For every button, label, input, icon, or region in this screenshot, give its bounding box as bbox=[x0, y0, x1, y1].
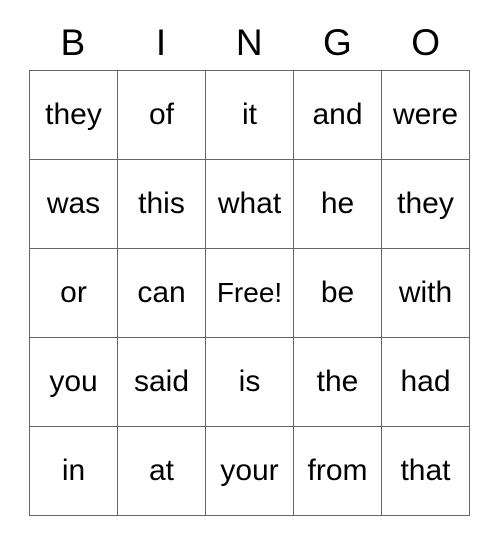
bingo-cell-label: of bbox=[148, 98, 175, 131]
bingo-cell-r4c4[interactable]: the bbox=[294, 338, 382, 427]
bingo-cell-label: had bbox=[400, 365, 451, 398]
bingo-cell-label: you bbox=[49, 365, 98, 398]
bingo-cell-r2c3[interactable]: what bbox=[206, 160, 294, 249]
bingo-cell-r2c1[interactable]: was bbox=[30, 160, 118, 249]
bingo-cell-r3c2[interactable]: can bbox=[118, 249, 206, 338]
bingo-cell-label: this bbox=[138, 187, 185, 220]
bingo-header-row: B I N G O bbox=[29, 14, 470, 70]
bingo-cell-label: the bbox=[316, 365, 359, 398]
bingo-header-letter-i: I bbox=[155, 21, 167, 63]
bingo-cell-r5c5[interactable]: that bbox=[382, 427, 470, 516]
bingo-cell-label: in bbox=[61, 454, 86, 487]
bingo-cell-r1c5[interactable]: were bbox=[382, 71, 470, 160]
bingo-cell-r2c5[interactable]: they bbox=[382, 160, 470, 249]
bingo-cell-label: be bbox=[320, 276, 355, 309]
bingo-cell-r1c3[interactable]: it bbox=[206, 71, 294, 160]
bingo-cell-r4c3[interactable]: is bbox=[206, 338, 294, 427]
bingo-cell-label: was bbox=[46, 187, 101, 220]
bingo-grid: they of it and were was this what he the… bbox=[29, 70, 470, 516]
bingo-card: B I N G O they of it and were was this w… bbox=[29, 14, 470, 516]
bingo-header-letter-n: N bbox=[235, 21, 264, 63]
bingo-cell-label: were bbox=[392, 98, 459, 131]
bingo-cell-label: with bbox=[398, 276, 453, 309]
bingo-cell-label: is bbox=[238, 365, 261, 398]
bingo-cell-label: they bbox=[397, 187, 454, 220]
bingo-cell-free-space[interactable]: Free! bbox=[206, 249, 294, 338]
bingo-free-space-label: Free! bbox=[216, 277, 283, 308]
bingo-cell-label: it bbox=[242, 98, 257, 131]
bingo-cell-label: what bbox=[217, 187, 282, 220]
bingo-header-letter-o: O bbox=[411, 21, 441, 63]
bingo-cell-label: at bbox=[148, 454, 175, 487]
bingo-cell-r4c2[interactable]: said bbox=[118, 338, 206, 427]
bingo-header-letter-b: B bbox=[60, 21, 86, 63]
bingo-cell-label: he bbox=[320, 187, 355, 220]
bingo-cell-label: your bbox=[220, 454, 279, 487]
bingo-cell-label: that bbox=[400, 454, 451, 487]
bingo-cell-label: they bbox=[45, 98, 102, 131]
bingo-cell-r1c1[interactable]: they bbox=[30, 71, 118, 160]
bingo-cell-r5c2[interactable]: at bbox=[118, 427, 206, 516]
bingo-cell-label: said bbox=[133, 365, 190, 398]
bingo-cell-r4c1[interactable]: you bbox=[30, 338, 118, 427]
bingo-cell-r3c4[interactable]: be bbox=[294, 249, 382, 338]
bingo-cell-label: can bbox=[137, 276, 186, 309]
bingo-cell-r3c1[interactable]: or bbox=[30, 249, 118, 338]
bingo-cell-r2c2[interactable]: this bbox=[118, 160, 206, 249]
bingo-cell-r3c5[interactable]: with bbox=[382, 249, 470, 338]
bingo-cell-r5c4[interactable]: from bbox=[294, 427, 382, 516]
bingo-cell-r1c2[interactable]: of bbox=[118, 71, 206, 160]
bingo-cell-r2c4[interactable]: he bbox=[294, 160, 382, 249]
bingo-cell-r5c3[interactable]: your bbox=[206, 427, 294, 516]
bingo-cell-label: from bbox=[307, 454, 368, 487]
bingo-cell-label: or bbox=[60, 276, 87, 309]
bingo-cell-label: and bbox=[312, 98, 363, 131]
bingo-cell-r4c5[interactable]: had bbox=[382, 338, 470, 427]
bingo-cell-r5c1[interactable]: in bbox=[30, 427, 118, 516]
bingo-cell-r1c4[interactable]: and bbox=[294, 71, 382, 160]
bingo-header-letter-g: G bbox=[323, 21, 353, 63]
